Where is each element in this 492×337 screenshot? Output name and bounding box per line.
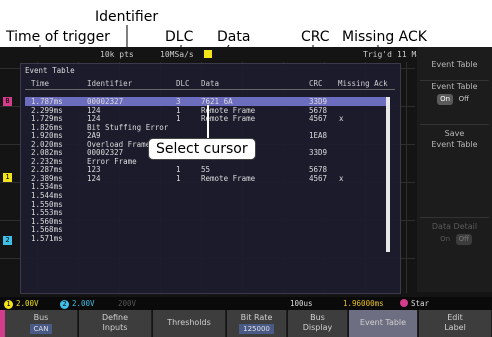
bus-marker-icon: B — [3, 97, 12, 106]
cell-crc: 1EA8 — [309, 131, 328, 141]
edit-label-softkey[interactable]: Edit Label — [419, 310, 492, 337]
cell-crc: 4567 — [309, 173, 328, 183]
edit-label-line2: Label — [444, 323, 466, 332]
event-table-side-menu: Event Table Event Table On Off Save Even… — [417, 47, 492, 292]
cell-identifier: 124 — [87, 173, 101, 183]
col-header-identifier: Identifier — [87, 79, 133, 88]
col-header-missing-ack: Missing Ack — [338, 79, 388, 88]
data-detail-on-option[interactable]: On — [437, 234, 453, 245]
bus-softkey-value: CAN — [29, 324, 53, 334]
data-detail-label: Data Detail — [431, 222, 478, 231]
event-table-on-option[interactable]: On — [437, 94, 454, 105]
trigger-position-marker — [204, 50, 212, 58]
event-table-window: Event Table Time Identifier DLC Data CRC… — [20, 63, 401, 294]
sample-rate: 10MSa/s — [160, 50, 194, 59]
cell-crc: 33D9 — [309, 148, 328, 158]
select-cursor-callout: Select cursor — [148, 138, 256, 160]
ch2-scale: 2.00V — [72, 299, 95, 308]
ch1-marker-icon: 1 — [3, 173, 12, 182]
cell-crc: 4567 — [309, 114, 328, 124]
cell-data: Remote Frame — [201, 173, 256, 183]
cell-dlc: 1 — [176, 173, 181, 183]
bus-display-line1: Bus — [310, 313, 325, 322]
ch2-icon: 2 — [60, 300, 69, 309]
save-sub-label: Event Table — [431, 140, 478, 149]
channel-status-bar: 1 2.00V 2 2.00V 200V 100us 1.96000ms Sta… — [0, 297, 492, 310]
col-header-crc: CRC — [309, 79, 323, 88]
col-header-dlc: DLC — [176, 79, 190, 88]
ch1-scale: 2.00V — [16, 299, 39, 308]
side-menu-title: Event Table — [431, 60, 478, 69]
cell-missing-ack: x — [339, 173, 344, 183]
cell-missing-ack: x — [339, 114, 344, 124]
event-table-toggle[interactable]: Event Table On Off — [420, 80, 489, 116]
event-table-scrollbar[interactable] — [386, 97, 390, 252]
cell-data: Remote Frame — [201, 114, 256, 124]
col-header-data: Data — [201, 79, 220, 88]
bus-softkey-label: Bus — [33, 313, 49, 322]
cell-dlc: 1 — [176, 114, 181, 124]
ch2-marker-icon: 2 — [3, 236, 12, 245]
record-length: 10k pts — [100, 50, 134, 59]
event-table-softkey[interactable]: Event Table — [349, 310, 418, 337]
cell-time: 1.571ms — [31, 233, 63, 243]
define-inputs-line2: Inputs — [102, 323, 128, 332]
bus-display-softkey[interactable]: Bus Display — [288, 310, 348, 337]
save-label: Save — [444, 129, 465, 138]
bus-indicator-icon — [400, 299, 408, 307]
bit-rate-label: Bit Rate — [240, 313, 273, 322]
thresholds-softkey[interactable]: Thresholds — [153, 310, 226, 337]
ch3-scale: 200V — [118, 299, 137, 308]
event-table-title: Event Table — [25, 66, 75, 75]
col-header-time: Time — [31, 79, 50, 88]
bit-rate-softkey[interactable]: Bit Rate 125000 — [227, 310, 287, 337]
bit-rate-value: 125000 — [239, 324, 274, 334]
define-inputs-softkey[interactable]: Define Inputs — [79, 310, 152, 337]
data-detail-off-option[interactable]: Off — [455, 234, 472, 245]
edit-label-line1: Edit — [447, 313, 463, 322]
define-inputs-line1: Define — [101, 313, 129, 322]
trigger-status: Trig'd — [363, 50, 392, 59]
trigger-frequency: 1.96000ms — [343, 299, 384, 308]
ch1-icon: 1 — [4, 300, 13, 309]
event-table-toggle-label: Event Table — [431, 82, 478, 91]
time-division: 100us — [290, 299, 313, 308]
bus-display-line2: Display — [302, 323, 333, 332]
event-table-softkey-label: Event Table — [359, 318, 407, 327]
run-status: Star — [411, 299, 430, 308]
save-event-table-button[interactable]: Save Event Table — [420, 124, 489, 160]
event-table-off-option[interactable]: Off — [456, 94, 472, 105]
header-divider — [25, 89, 395, 90]
bus-softkey[interactable]: Bus CAN — [5, 310, 78, 337]
data-detail-toggle[interactable]: Data Detail On Off — [420, 217, 489, 253]
thresholds-label: Thresholds — [167, 318, 211, 327]
